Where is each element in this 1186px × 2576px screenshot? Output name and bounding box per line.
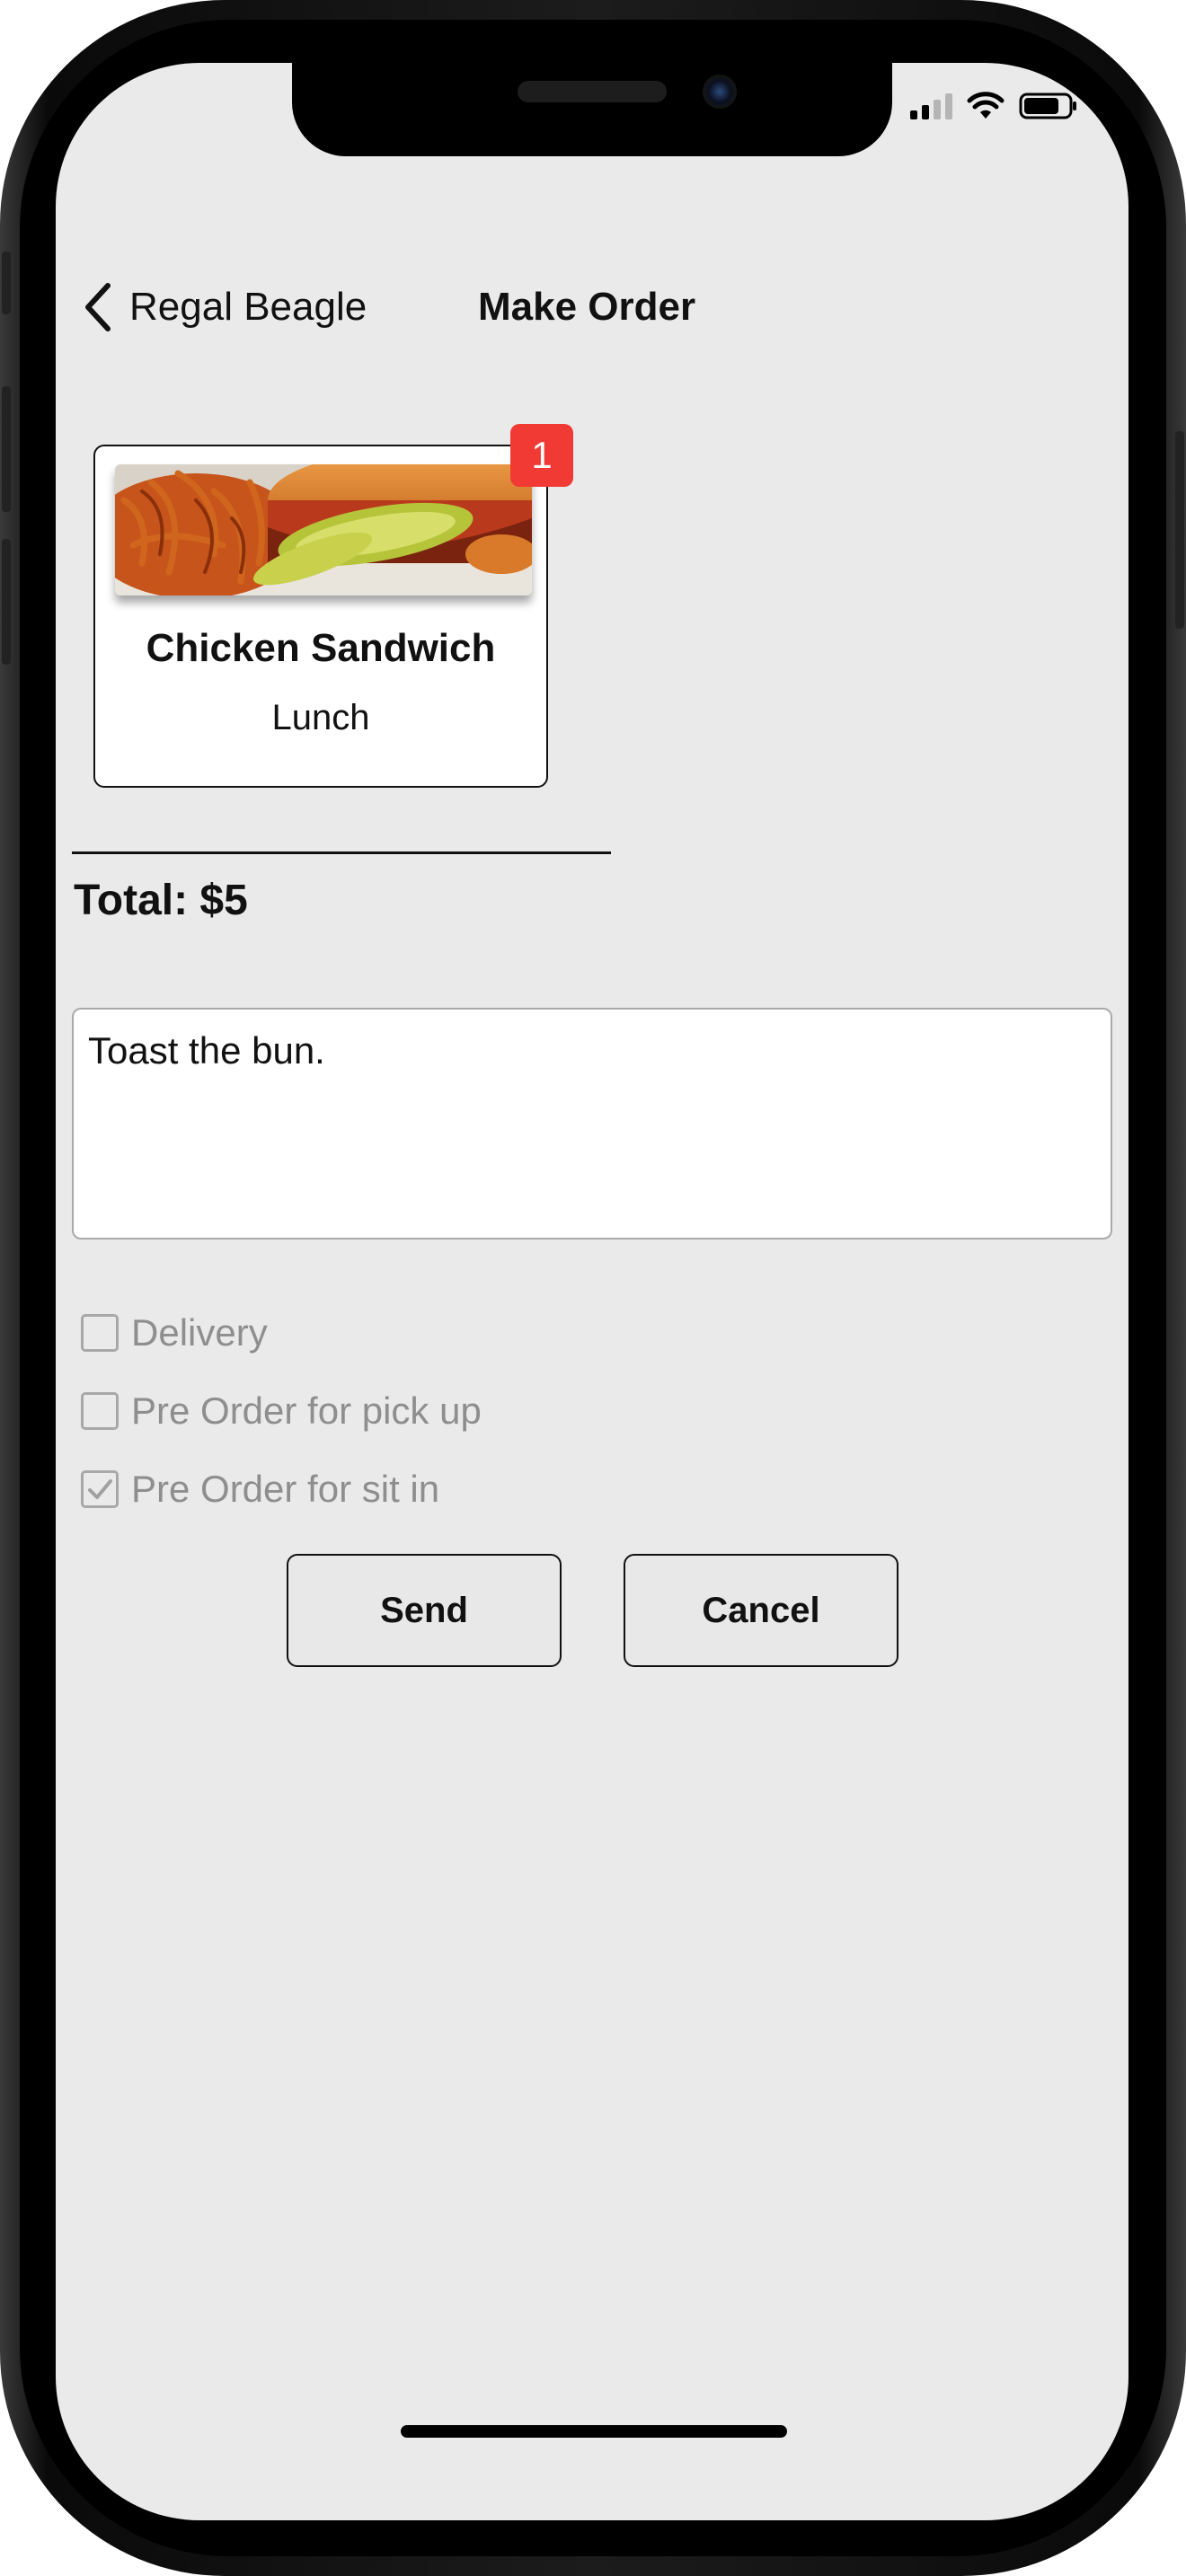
navigation-bar: Regal Beagle Make Order (56, 271, 1128, 343)
phone-side-button-right (1175, 431, 1184, 629)
app-screen: Regal Beagle Make Order Chicken Sandwich… (56, 63, 1128, 2520)
pre-order-sit-in-checkbox[interactable] (81, 1470, 119, 1508)
item-category: Lunch (271, 698, 370, 737)
option-delivery[interactable]: Delivery (81, 1308, 268, 1358)
phone-side-button-left-1 (2, 251, 11, 314)
wifi-icon (967, 92, 1005, 119)
order-item-card[interactable]: Chicken Sandwich Lunch (93, 445, 548, 788)
pre-order-pick-up-label: Pre Order for pick up (131, 1389, 482, 1432)
pre-order-pick-up-checkbox[interactable] (81, 1392, 119, 1430)
phone-frame: Regal Beagle Make Order Chicken Sandwich… (0, 0, 1186, 2576)
pre-order-sit-in-label: Pre Order for sit in (131, 1468, 440, 1510)
front-camera-icon (703, 75, 737, 109)
notch (292, 63, 892, 156)
send-button[interactable]: Send (287, 1554, 562, 1667)
delivery-label: Delivery (131, 1311, 268, 1354)
cancel-button[interactable]: Cancel (624, 1554, 898, 1667)
option-pre-order-pick-up[interactable]: Pre Order for pick up (81, 1386, 482, 1436)
back-button[interactable]: Regal Beagle (81, 271, 367, 343)
earpiece-speaker (518, 81, 667, 102)
phone-side-button-left-2 (2, 386, 11, 512)
phone-side-button-left-3 (2, 539, 11, 665)
status-bar (910, 88, 1078, 124)
delivery-checkbox[interactable] (81, 1314, 119, 1352)
option-pre-order-sit-in[interactable]: Pre Order for sit in (81, 1464, 439, 1514)
order-notes-textarea[interactable]: Toast the bun. (72, 1008, 1112, 1239)
chevron-left-icon (85, 283, 111, 331)
order-total: Total: $5 (74, 877, 248, 924)
battery-icon (1019, 93, 1076, 119)
item-name: Chicken Sandwich (146, 626, 496, 670)
checkmark-icon (88, 1479, 112, 1499)
page-title: Make Order (478, 285, 696, 329)
item-photo (115, 464, 532, 595)
total-divider (72, 851, 611, 854)
quantity-badge: 1 (510, 424, 573, 487)
back-button-label: Regal Beagle (129, 285, 367, 329)
home-indicator[interactable] (401, 2425, 787, 2438)
cellular-signal-icon (910, 93, 952, 119)
